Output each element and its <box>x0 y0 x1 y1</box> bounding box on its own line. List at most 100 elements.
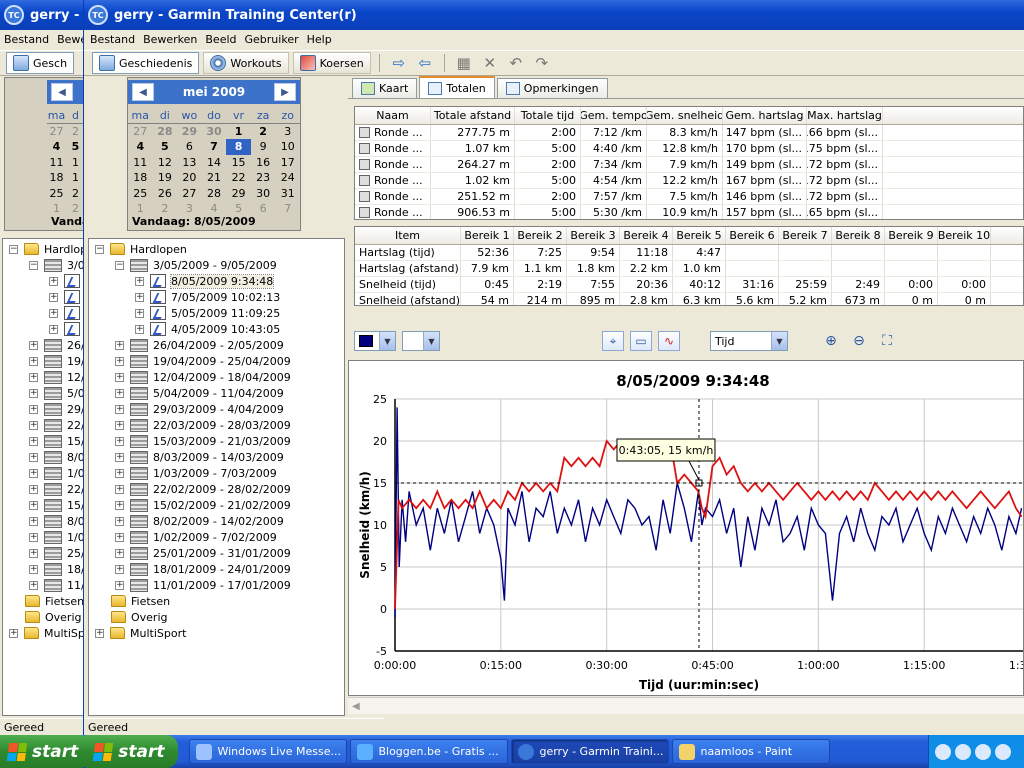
column-header[interactable]: Bereik 3 <box>567 227 620 244</box>
zoom-in-icon[interactable]: ⊕ <box>820 331 842 351</box>
calendar-day[interactable]: 27 <box>128 124 153 140</box>
tree-activity[interactable]: +7/05/2009 10:02:13 <box>135 289 280 305</box>
expand-icon[interactable]: + <box>115 436 124 446</box>
start-button[interactable]: start <box>0 735 93 768</box>
column-header[interactable]: Totale tijd <box>515 107 581 124</box>
tree-week[interactable]: +19/04/2009 - 25/04/2009 <box>115 353 291 369</box>
back-menu-item[interactable]: Bestand <box>0 33 53 46</box>
calendar-day[interactable]: 4 <box>47 139 66 155</box>
tree-activity[interactable]: + <box>49 305 85 321</box>
expand-icon[interactable]: + <box>29 548 38 558</box>
tree-week[interactable]: +29/03/2009 - 4/04/2009 <box>115 401 284 417</box>
tree-week[interactable]: +12/ <box>29 369 85 385</box>
calendar-day[interactable]: 26 <box>153 186 178 202</box>
expand-icon[interactable]: + <box>115 500 124 510</box>
calendar-day-selected[interactable]: 8 <box>226 139 251 155</box>
tree-week[interactable]: +1/02/2009 - 7/02/2009 <box>115 529 277 545</box>
tree-week[interactable]: +8/0 <box>29 449 85 465</box>
calendar-day[interactable]: 30 <box>251 186 276 202</box>
calendar-day[interactable]: 29 <box>226 186 251 202</box>
expand-icon[interactable]: + <box>29 532 38 542</box>
calendar-day[interactable]: 7 <box>202 139 227 155</box>
column-header[interactable]: Bereik 1 <box>461 227 514 244</box>
expand-icon[interactable]: + <box>115 548 124 558</box>
column-header[interactable]: Gem. snelheid <box>647 107 723 124</box>
tree-week[interactable]: +8/02/2009 - 14/02/2009 <box>115 513 284 529</box>
calendar-day[interactable]: 21 <box>202 170 227 186</box>
scroll-left-icon[interactable]: ◀ <box>352 701 360 712</box>
expand-icon[interactable]: + <box>95 628 104 638</box>
history-button[interactable]: Geschiedenis <box>92 52 200 74</box>
tab-totals[interactable]: Totalen <box>419 76 495 98</box>
column-header[interactable]: Bereik 2 <box>514 227 567 244</box>
column-header[interactable]: Bereik 5 <box>673 227 726 244</box>
calendar-day[interactable]: 13 <box>177 155 202 171</box>
expand-icon[interactable]: + <box>29 580 38 590</box>
tree-week[interactable]: +19/ <box>29 353 85 369</box>
expand-icon[interactable]: + <box>29 500 38 510</box>
expand-icon[interactable]: + <box>49 308 58 318</box>
menu-bestand[interactable]: Bestand <box>86 33 139 46</box>
calendar-day[interactable]: 19 <box>153 170 178 186</box>
task-paint[interactable]: naamloos - Paint <box>672 739 831 764</box>
tree-week[interactable]: +5/04/2009 - 11/04/2009 <box>115 385 284 401</box>
task-browser[interactable]: Bloggen.be - Gratis ... <box>350 739 509 764</box>
expand-icon[interactable]: + <box>29 388 38 398</box>
tree-week[interactable]: +25/ <box>29 545 85 561</box>
column-header[interactable]: Bereik 6 <box>726 227 779 244</box>
calendar-day[interactable]: 5 <box>153 139 178 155</box>
expand-icon[interactable]: + <box>29 564 38 574</box>
calendar-day[interactable]: 30 <box>202 124 227 140</box>
expand-icon[interactable]: + <box>135 276 144 286</box>
tree-week[interactable]: +11/01/2009 - 17/01/2009 <box>115 577 291 593</box>
receive-from-device-icon[interactable]: ⇦ <box>414 54 436 72</box>
expand-icon[interactable]: + <box>115 580 124 590</box>
courses-button[interactable]: Koersen <box>292 52 371 74</box>
calendar-day[interactable]: 18 <box>47 170 66 186</box>
tree-activity[interactable]: + <box>49 273 85 289</box>
column-header[interactable]: Bereik 10 <box>938 227 991 244</box>
back-menu-item[interactable]: Bewe <box>53 33 86 46</box>
table-row[interactable]: Snelheid (tijd) 0:45 2:19 7:55 20:36 40:12 31:… <box>355 277 1023 293</box>
collapse-icon[interactable]: − <box>29 260 38 270</box>
calendar-day[interactable]: 14 <box>202 155 227 171</box>
calendar-day[interactable]: 29 <box>177 124 202 140</box>
expand-icon[interactable]: + <box>135 308 144 318</box>
calendar-day[interactable]: 28 <box>153 124 178 140</box>
task-garmin[interactable]: gerry - Garmin Traini... <box>511 739 670 764</box>
calendar-day[interactable]: 23 <box>251 170 276 186</box>
calendar-day[interactable]: 18 <box>128 170 153 186</box>
tree-folder[interactable]: Overig <box>111 609 168 625</box>
back-history-button[interactable]: Gesch <box>6 52 75 74</box>
next-month-button[interactable]: ▶ <box>274 83 296 101</box>
calendar-day[interactable]: 9 <box>251 139 276 155</box>
tree-folder[interactable]: Overig <box>25 609 82 625</box>
table-row[interactable]: Ronde ... 906.53 m 5:00 5:30 /km 10.9 km/h 15… <box>355 205 1023 219</box>
expand-icon[interactable]: + <box>29 340 38 350</box>
send-to-device-icon[interactable]: ⇨ <box>388 54 410 72</box>
tree-week[interactable]: +12/04/2009 - 18/04/2009 <box>115 369 291 385</box>
calendar-day[interactable]: 1 <box>226 124 251 140</box>
table-row[interactable]: Ronde ... 251.52 m 2:00 7:57 /km 7.5 km/h 146… <box>355 189 1023 205</box>
tree-week[interactable]: +8/0 <box>29 513 85 529</box>
expand-icon[interactable]: + <box>29 420 38 430</box>
tree-week[interactable]: +18/ <box>29 561 85 577</box>
table-row[interactable]: Ronde ... 264.27 m 2:00 7:34 /km 7.9 km/h 149… <box>355 157 1023 173</box>
x-axis-select[interactable]: Tijd ▼ <box>710 331 788 351</box>
back-today-label[interactable]: Vandaa <box>51 215 86 228</box>
expand-icon[interactable]: + <box>115 388 124 398</box>
column-header[interactable]: Naam <box>355 107 431 124</box>
calendar-day[interactable]: 28 <box>202 186 227 202</box>
expand-icon[interactable]: + <box>115 452 124 462</box>
collapse-icon[interactable]: − <box>95 244 104 254</box>
task-messenger[interactable]: Windows Live Messe... <box>189 739 348 764</box>
print-icon[interactable]: ▦ <box>453 54 475 72</box>
horizontal-scrollbar[interactable]: ◀ <box>348 697 1024 714</box>
expand-icon[interactable]: + <box>115 564 124 574</box>
tray-sound-icon[interactable] <box>995 743 1011 760</box>
tree-folder[interactable]: + MultiSpor <box>9 625 85 641</box>
tree-week[interactable]: +1/0 <box>29 465 85 481</box>
calendar-day[interactable]: 16 <box>251 155 276 171</box>
tree-week[interactable]: +1/0 <box>29 529 85 545</box>
expand-icon[interactable]: + <box>29 468 38 478</box>
